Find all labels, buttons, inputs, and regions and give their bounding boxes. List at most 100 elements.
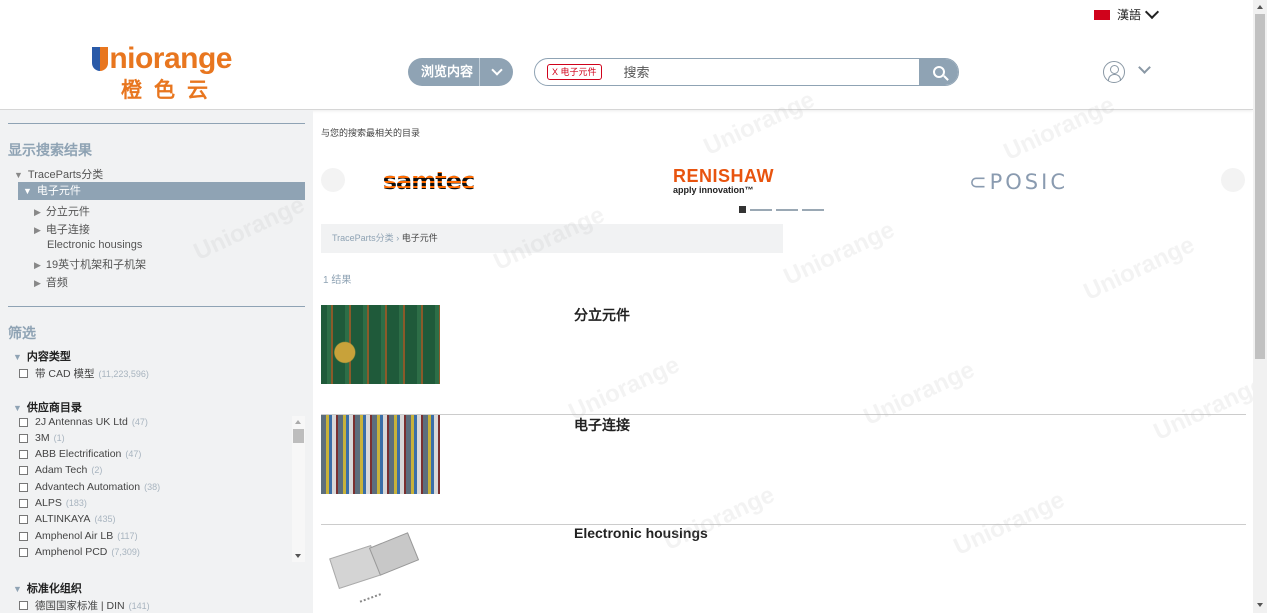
posic-mark-icon: ⊂	[969, 170, 990, 194]
carousel-dot-active[interactable]	[739, 206, 746, 213]
results-count: 1 结果	[323, 275, 352, 286]
checkbox-supplier[interactable]: Adam Tech (2)	[19, 464, 102, 476]
carousel-dot[interactable]	[750, 208, 772, 211]
site-logo[interactable]: niorange 橙色云	[92, 42, 232, 102]
divider	[8, 306, 305, 307]
scroll-down-icon[interactable]	[295, 554, 301, 558]
tree-item-racks[interactable]: ▶ 19英寸机架和子机架	[34, 256, 146, 272]
tree-item-discrete[interactable]: ▶ 分立元件	[34, 203, 90, 219]
category-image-housings[interactable]	[321, 525, 440, 604]
results-heading: 显示搜索结果	[8, 142, 92, 158]
tree-item-connectors[interactable]: ▶ 电子连接	[34, 221, 90, 237]
tree-item-selected[interactable]: ▼ 电子元件	[18, 182, 305, 200]
checkbox-icon[interactable]	[19, 601, 28, 610]
checkbox-supplier[interactable]: Amphenol PCD (7,309)	[19, 546, 140, 558]
main-content: 与您的搜索最相关的目录 samtec RENISHAW apply innova…	[313, 110, 1253, 613]
search-icon	[933, 66, 945, 78]
page: 漢語 niorange 橙色云 浏览内容 X 电子元件 显示搜索结果	[0, 0, 1267, 613]
logo-u-icon	[92, 47, 109, 71]
checkbox-icon[interactable]	[19, 514, 28, 524]
filter-heading: 筛选	[8, 325, 36, 341]
checkbox-icon[interactable]	[19, 547, 28, 557]
language-selector[interactable]: 漢語	[1094, 4, 1160, 23]
chevron-down-icon	[1144, 4, 1160, 20]
category-title[interactable]: 电子连接	[574, 415, 630, 435]
triangle-right-icon: ▶	[34, 207, 41, 217]
logo-cn: 橙色云	[121, 79, 220, 102]
tree-item-housings[interactable]: Electronic housings	[47, 239, 142, 251]
divider	[8, 123, 305, 124]
checkbox-icon[interactable]	[19, 498, 28, 508]
triangle-down-icon: ▼	[13, 403, 22, 413]
result-card[interactable]: Electronic housings	[321, 525, 1246, 613]
result-card[interactable]: 分立元件	[321, 305, 1246, 415]
carousel-next-button[interactable]	[1221, 168, 1245, 192]
triangle-right-icon: ▶	[34, 260, 41, 270]
filter-group-supplier[interactable]: ▼ 供应商目录	[13, 399, 82, 415]
checkbox-icon[interactable]	[19, 369, 28, 378]
language-label: 漢語	[1117, 8, 1142, 22]
carousel-dot[interactable]	[802, 208, 824, 211]
browse-content-button[interactable]: 浏览内容	[408, 58, 513, 86]
search-bar: X 电子元件	[534, 58, 959, 86]
checkbox-icon[interactable]	[19, 449, 28, 459]
supplier-list-scrollbar[interactable]	[292, 416, 305, 562]
category-title[interactable]: 分立元件	[574, 305, 630, 325]
checkbox-supplier[interactable]: Amphenol Air LB (117)	[19, 530, 138, 542]
breadcrumb-current: 电子元件	[401, 233, 438, 243]
scroll-thumb[interactable]	[1255, 14, 1265, 359]
triangle-right-icon: ▶	[34, 225, 41, 235]
checkbox-icon[interactable]	[19, 531, 28, 541]
site-header: 漢語 niorange 橙色云 浏览内容 X 电子元件	[0, 0, 1253, 110]
tree-item-audio[interactable]: ▶ 音频	[34, 274, 68, 290]
flag-icon	[1094, 9, 1110, 20]
search-button[interactable]	[919, 59, 958, 85]
user-icon[interactable]	[1103, 61, 1125, 83]
checkbox-supplier[interactable]: ABB Electrification (47)	[19, 448, 141, 460]
triangle-down-icon: ▼	[14, 170, 23, 180]
filter-group-standards[interactable]: ▼ 标准化组织	[13, 580, 82, 596]
scroll-up-icon[interactable]	[295, 420, 301, 424]
breadcrumb-root[interactable]: TraceParts分类	[332, 233, 394, 243]
category-image-connectors[interactable]	[321, 415, 440, 494]
checkbox-supplier[interactable]: Advantech Automation (38)	[19, 481, 160, 493]
checkbox-supplier[interactable]: ALTINKAYA (435)	[19, 513, 115, 525]
page-scrollbar[interactable]	[1253, 0, 1267, 613]
breadcrumb: TraceParts分类 › 电子元件	[321, 224, 783, 253]
checkbox-icon[interactable]	[19, 433, 28, 443]
scroll-thumb[interactable]	[293, 429, 304, 443]
checkbox-icon[interactable]	[19, 482, 28, 492]
triangle-down-icon: ▼	[23, 186, 32, 196]
checkbox-supplier[interactable]: ALPS (183)	[19, 497, 87, 509]
checkbox-icon[interactable]	[19, 465, 28, 475]
result-card[interactable]: 电子连接	[321, 415, 1246, 525]
checkbox-icon[interactable]	[19, 417, 28, 427]
chevron-down-icon	[490, 64, 503, 76]
checkbox-with-cad[interactable]: 带 CAD 模型 (11,223,596)	[19, 366, 149, 381]
carousel-dot[interactable]	[776, 208, 798, 211]
search-filter-chip[interactable]: X 电子元件	[547, 64, 602, 80]
category-image-discrete[interactable]	[321, 305, 440, 384]
brand-logo-samtec[interactable]: samtec	[381, 168, 476, 194]
browse-content-label: 浏览内容	[408, 58, 480, 86]
triangle-down-icon: ▼	[13, 584, 22, 594]
triangle-right-icon: ▶	[34, 278, 41, 288]
triangle-down-icon: ▼	[13, 352, 22, 362]
filter-group-content-type[interactable]: ▼ 内容类型	[13, 348, 71, 364]
scroll-down-icon[interactable]	[1257, 603, 1263, 607]
carousel-prev-button[interactable]	[321, 168, 345, 192]
category-title[interactable]: Electronic housings	[574, 525, 708, 541]
carousel-indicators	[739, 206, 824, 213]
browse-dropdown-toggle[interactable]	[480, 64, 513, 76]
tree-root[interactable]: ▼ TraceParts分类	[14, 166, 103, 182]
sidebar: 显示搜索结果 ▼ TraceParts分类 ▼ 电子元件 ▶ 分立元件 ▶ 电子连接 E…	[0, 110, 313, 613]
user-menu-chevron-icon[interactable]	[1138, 61, 1151, 74]
catalog-subtitle: 与您的搜索最相关的目录	[321, 128, 421, 138]
checkbox-supplier[interactable]: 2J Antennas UK Ltd (47)	[19, 416, 148, 428]
brand-logo-renishaw[interactable]: RENISHAW apply innovation™	[673, 166, 774, 195]
checkbox-standard[interactable]: 德国国家标准 | DIN (141)	[19, 598, 150, 613]
brand-logo-posic[interactable]: ⊂POSIC	[969, 170, 1068, 194]
scroll-up-icon[interactable]	[1257, 5, 1263, 9]
checkbox-supplier[interactable]: 3M (1)	[19, 432, 65, 444]
search-input[interactable]	[623, 64, 904, 80]
